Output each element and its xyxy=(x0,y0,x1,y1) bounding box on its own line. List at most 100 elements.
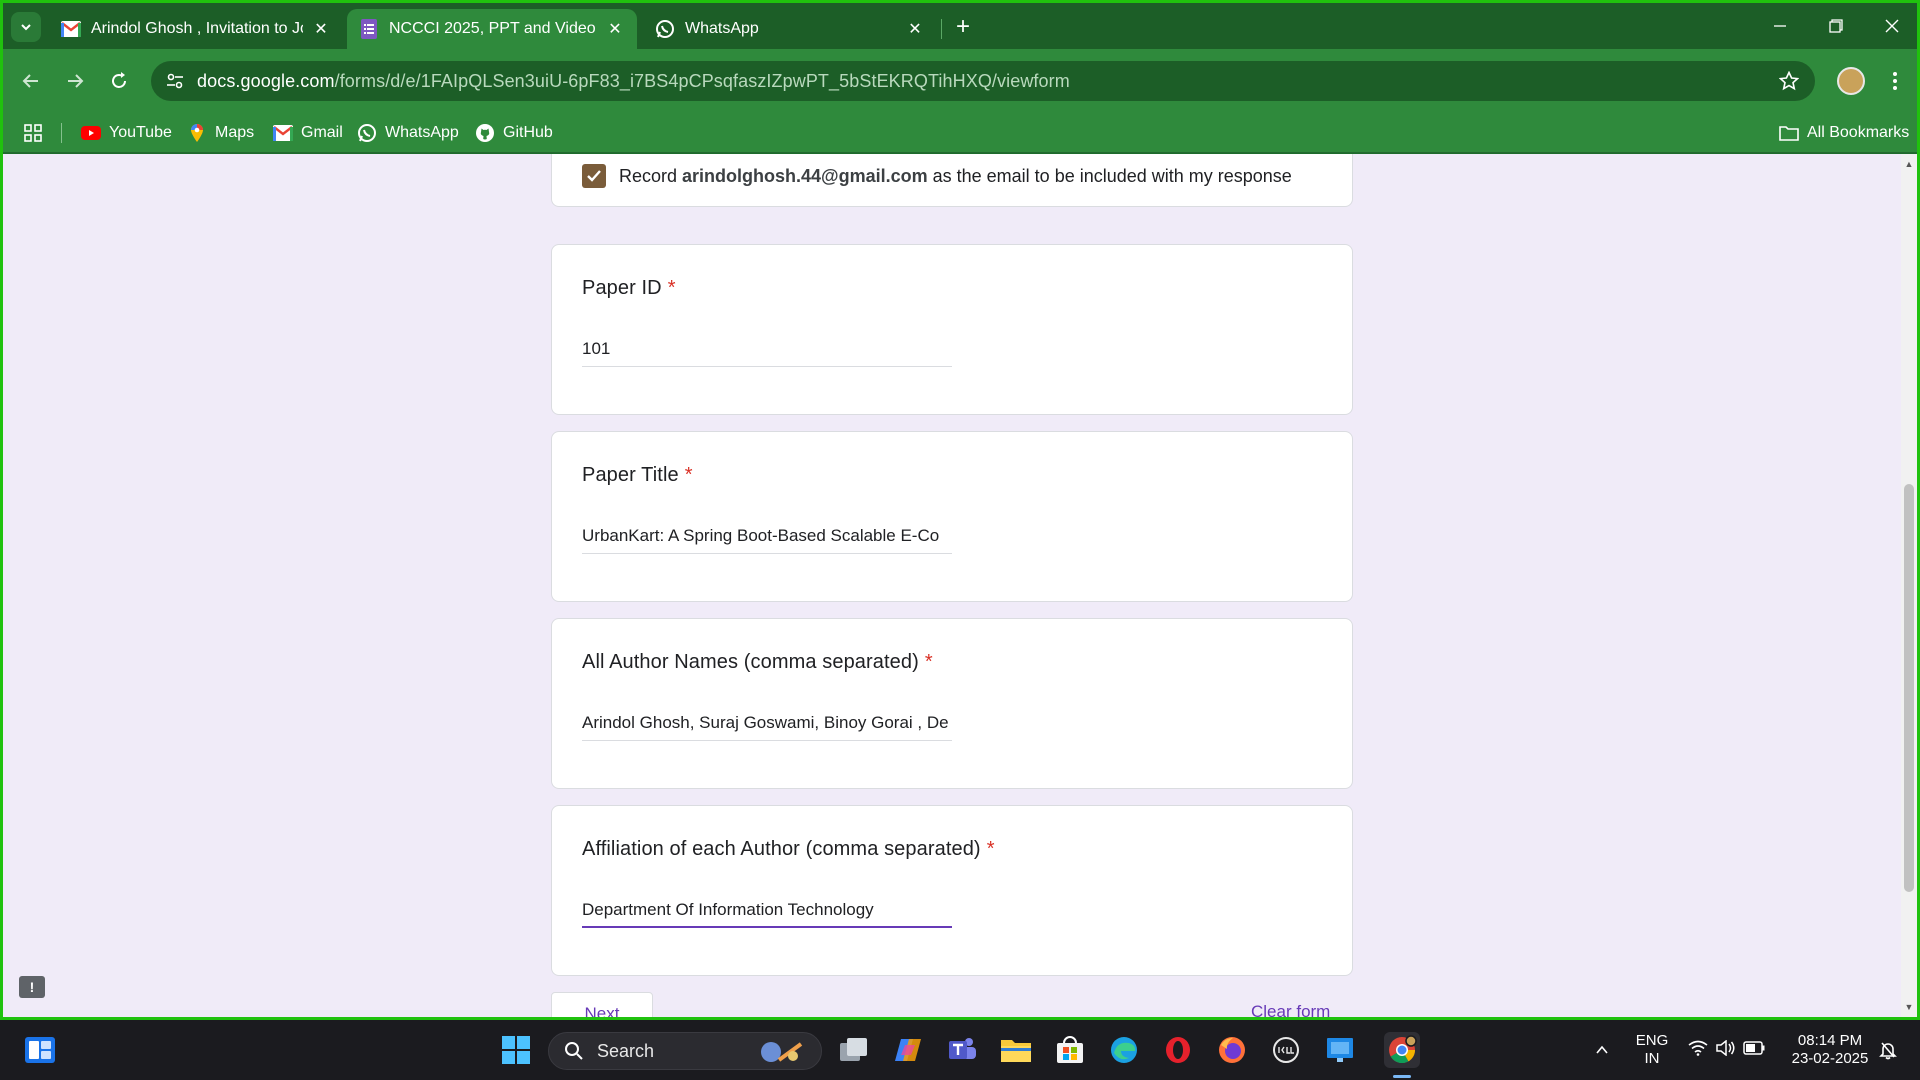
battery-icon xyxy=(1743,1040,1765,1060)
chevron-up-icon[interactable] xyxy=(1584,1032,1620,1068)
tab-title: Arindol Ghosh , Invitation to Joi xyxy=(91,20,303,37)
page-scrollbar[interactable]: ▲ ▼ xyxy=(1901,154,1917,1017)
tab-search-button[interactable] xyxy=(11,12,41,42)
question-label: Paper Title xyxy=(582,464,679,486)
active-app-indicator xyxy=(1393,1075,1411,1078)
gmail-icon xyxy=(61,19,81,39)
bookmark-label: GitHub xyxy=(503,124,553,141)
scroll-up-icon[interactable]: ▲ xyxy=(1901,156,1917,172)
bookmark-label: WhatsApp xyxy=(385,124,459,141)
required-marker: * xyxy=(667,277,676,299)
search-icon xyxy=(563,1040,585,1062)
menu-icon[interactable] xyxy=(1881,65,1909,97)
close-icon[interactable]: ✕ xyxy=(905,19,925,39)
back-button[interactable] xyxy=(13,63,49,99)
question-card-affiliation: Affiliation of each Author (comma separa… xyxy=(551,805,1353,976)
start-windows-icon[interactable] xyxy=(498,1032,534,1068)
question-card-paper-title: Paper Title * UrbanKart: A Spring Boot-Ba… xyxy=(551,431,1353,602)
record-email-checkbox[interactable] xyxy=(582,164,606,188)
bookmark-whatsapp[interactable]: WhatsApp xyxy=(357,121,459,145)
whatsapp-icon xyxy=(655,19,675,39)
restore-button[interactable] xyxy=(1808,9,1864,43)
report-problem-icon[interactable]: ! xyxy=(19,976,45,998)
close-window-button[interactable] xyxy=(1864,9,1917,43)
whatsapp-icon xyxy=(357,123,377,143)
language-indicator[interactable]: ENG IN xyxy=(1628,1032,1676,1068)
reload-button[interactable] xyxy=(101,63,137,99)
clock-time: 08:14 PM xyxy=(1797,1032,1863,1049)
restore-icon xyxy=(1829,19,1843,33)
arrow-right-icon xyxy=(68,74,84,88)
all-bookmarks-button[interactable]: All Bookmarks xyxy=(1779,121,1909,145)
reload-icon xyxy=(112,72,126,88)
maps-icon xyxy=(187,123,207,143)
chevron-down-icon xyxy=(21,24,31,31)
question-label: Affiliation of each Author (comma separa… xyxy=(582,838,981,860)
question-title: Affiliation of each Author (comma separa… xyxy=(582,838,995,861)
github-icon xyxy=(475,123,495,143)
browser-window: Arindol Ghosh , Invitation to Joi ✕ NCCC… xyxy=(3,3,1917,1017)
page-viewport: Record arindolghosh.44@gmail.com as the … xyxy=(3,154,1917,1017)
new-tab-button[interactable]: + xyxy=(949,13,977,41)
edge-icon[interactable] xyxy=(1106,1032,1142,1068)
bookmark-github[interactable]: GitHub xyxy=(475,121,553,145)
opera-icon[interactable] xyxy=(1160,1032,1196,1068)
minimize-icon xyxy=(1774,25,1786,27)
taskbar-app-icon[interactable] xyxy=(1322,1032,1358,1068)
forward-button[interactable] xyxy=(57,63,93,99)
close-icon[interactable]: ✕ xyxy=(605,19,625,39)
clock[interactable]: 08:14 PM 23-02-2025 xyxy=(1780,1032,1880,1068)
copilot-icon[interactable] xyxy=(890,1032,926,1068)
bookmark-gmail[interactable]: Gmail xyxy=(273,121,343,145)
task-view-icon[interactable] xyxy=(836,1032,872,1068)
scroll-down-icon[interactable]: ▼ xyxy=(1901,999,1917,1015)
google-forms-icon xyxy=(359,19,379,39)
file-explorer-icon[interactable] xyxy=(998,1032,1034,1068)
url-text: docs.google.com/forms/d/e/1FAIpQLSen3uiU… xyxy=(197,71,1070,92)
notifications-bell-icon[interactable] xyxy=(1870,1032,1906,1068)
taskbar-search-box[interactable]: Search xyxy=(548,1032,822,1070)
firefox-icon[interactable] xyxy=(1214,1032,1250,1068)
question-label: All Author Names (comma separated) xyxy=(582,651,919,673)
affiliation-input[interactable]: Department Of Information Technology xyxy=(582,896,952,928)
question-title: Paper ID * xyxy=(582,277,676,300)
bookmarks-bar: YouTube Maps Gmail WhatsApp GitHub All B… xyxy=(3,113,1917,153)
search-highlight-icon xyxy=(757,1038,807,1066)
battery-status[interactable] xyxy=(1736,1032,1772,1068)
search-label: Search xyxy=(597,1040,655,1061)
chrome-icon[interactable] xyxy=(1384,1032,1420,1068)
profile-avatar[interactable] xyxy=(1837,67,1865,95)
bookmark-maps[interactable]: Maps xyxy=(187,121,254,145)
question-label: Paper ID xyxy=(582,277,662,299)
paper-title-input[interactable]: UrbanKart: A Spring Boot-Based Scalable … xyxy=(582,522,952,554)
minimize-button[interactable] xyxy=(1752,9,1808,43)
browser-toolbar: docs.google.com/forms/d/e/1FAIpQLSen3uiU… xyxy=(3,49,1917,113)
tab-whatsapp[interactable]: WhatsApp ✕ xyxy=(643,9,937,49)
all-bookmarks-label: All Bookmarks xyxy=(1807,124,1910,141)
dell-icon[interactable] xyxy=(1268,1032,1304,1068)
tab-gmail[interactable]: Arindol Ghosh , Invitation to Joi ✕ xyxy=(49,9,343,49)
arrow-left-icon xyxy=(22,74,38,88)
scrollbar-thumb[interactable] xyxy=(1904,484,1914,892)
bookmark-youtube[interactable]: YouTube xyxy=(81,121,172,145)
site-info-icon[interactable] xyxy=(163,69,187,93)
address-bar[interactable]: docs.google.com/forms/d/e/1FAIpQLSen3uiU… xyxy=(151,61,1815,101)
widgets-icon[interactable] xyxy=(22,1032,58,1068)
tab-title: WhatsApp xyxy=(685,20,759,37)
speaker-icon xyxy=(1716,1038,1736,1061)
required-marker: * xyxy=(986,838,995,860)
gmail-icon xyxy=(273,123,293,143)
question-title: Paper Title * xyxy=(582,464,693,487)
next-button[interactable]: Next xyxy=(551,992,653,1017)
microsoft-store-icon[interactable] xyxy=(1052,1032,1088,1068)
teams-icon[interactable] xyxy=(944,1032,980,1068)
author-names-input[interactable]: Arindol Ghosh, Suraj Goswami, Binoy Gora… xyxy=(582,709,952,741)
close-icon[interactable]: ✕ xyxy=(311,19,331,39)
apps-button[interactable] xyxy=(23,121,51,145)
clear-form-button[interactable]: Clear form xyxy=(1251,1002,1330,1017)
bookmark-star-icon[interactable] xyxy=(1777,69,1801,93)
record-email-suffix: as the email to be included with my resp… xyxy=(927,166,1292,186)
windows-taskbar: Search ENG IN 08:14 PM 23-02-2025 xyxy=(0,1020,1920,1080)
paper-id-input[interactable]: 101 xyxy=(582,335,952,367)
tab-google-forms[interactable]: NCCCI 2025, PPT and Video upl ✕ xyxy=(347,9,637,49)
